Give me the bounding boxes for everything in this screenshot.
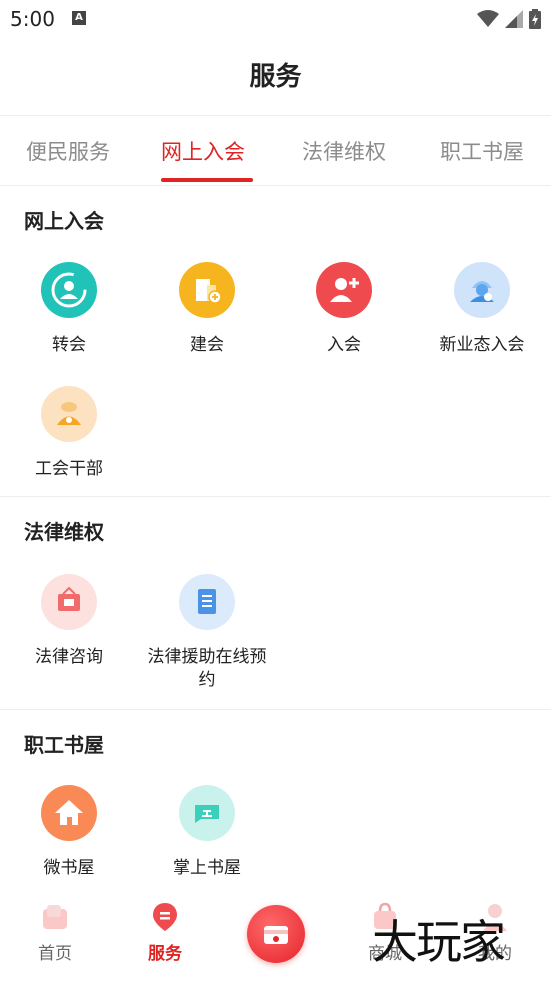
active-tab-indicator — [161, 178, 253, 182]
battery-icon — [529, 9, 541, 29]
status-indicators — [477, 8, 541, 30]
service-item-label: 新业态入会 — [439, 335, 525, 355]
transfer-icon — [41, 262, 97, 318]
status-time: 5:00 — [10, 7, 55, 31]
section-title: 网上入会 — [24, 209, 104, 233]
status-bar: 5:00 A — [0, 0, 551, 40]
service-item-new-economy-join[interactable]: 新业态入会 — [413, 262, 551, 357]
nav-label: 服务 — [148, 944, 182, 964]
building-icon — [179, 262, 235, 318]
service-item-union-cadre[interactable]: 工会干部 — [0, 386, 138, 481]
service-item-mobile-library[interactable]: 掌上书屋 — [138, 785, 276, 880]
consult-icon — [41, 574, 97, 630]
signal-icon — [505, 10, 523, 28]
service-item-legal-consult[interactable]: 法律咨询 — [0, 574, 138, 669]
service-icon — [149, 901, 181, 933]
section-title: 职工书屋 — [24, 733, 104, 757]
service-item-label: 转会 — [52, 335, 86, 355]
section-legal-rights: 法律维权 法律咨询 法律援助在线预约 — [0, 498, 551, 710]
tab-convenience-services[interactable]: 便民服务 — [26, 136, 110, 166]
service-item-transfer[interactable]: 转会 — [0, 262, 138, 357]
service-item-build-union[interactable]: 建会 — [138, 262, 276, 357]
home-icon — [39, 901, 71, 933]
nav-services[interactable]: 服务 — [110, 901, 220, 964]
section-staff-library: 职工书屋 微书屋 掌上书屋 — [0, 711, 551, 895]
service-item-label: 建会 — [190, 335, 224, 355]
tab-online-membership[interactable]: 网上入会 — [161, 136, 245, 166]
courier-icon — [454, 262, 510, 318]
add-member-icon — [316, 262, 372, 318]
service-item-label: 法律咨询 — [35, 647, 103, 667]
service-item-label: 入会 — [327, 335, 361, 355]
service-item-label: 工会干部 — [35, 459, 103, 479]
watermark: 大玩家 — [372, 915, 506, 969]
service-item-label: 掌上书屋 — [173, 858, 241, 878]
tab-bar: 便民服务 网上入会 法律维权 职工书屋 — [0, 116, 551, 186]
notification-badge: A — [72, 11, 86, 25]
service-item-join[interactable]: 入会 — [275, 262, 413, 357]
page-header: 服务 — [0, 40, 551, 116]
nav-label: 首页 — [38, 944, 72, 964]
service-item-micro-library[interactable]: 微书屋 — [0, 785, 138, 880]
wifi-icon — [477, 10, 499, 27]
tab-legal-rights[interactable]: 法律维权 — [302, 136, 386, 166]
house-icon — [41, 785, 97, 841]
page-title: 服务 — [249, 62, 302, 92]
nav-home[interactable]: 首页 — [0, 901, 110, 964]
wallet-center-button[interactable] — [247, 905, 305, 963]
service-item-label: 法律援助在线预约 — [147, 647, 267, 690]
section-online-membership: 网上入会 转会 建会 入会 新业态入会 工会干部 — [0, 187, 551, 497]
service-item-legal-aid-appointment[interactable]: 法律援助在线预约 — [138, 574, 276, 692]
book-icon — [179, 785, 235, 841]
cadre-icon — [41, 386, 97, 442]
wallet-icon — [264, 926, 288, 944]
service-item-label: 微书屋 — [43, 858, 95, 878]
appointment-icon — [179, 574, 235, 630]
tab-staff-library[interactable]: 职工书屋 — [440, 136, 524, 166]
section-title: 法律维权 — [24, 520, 104, 544]
